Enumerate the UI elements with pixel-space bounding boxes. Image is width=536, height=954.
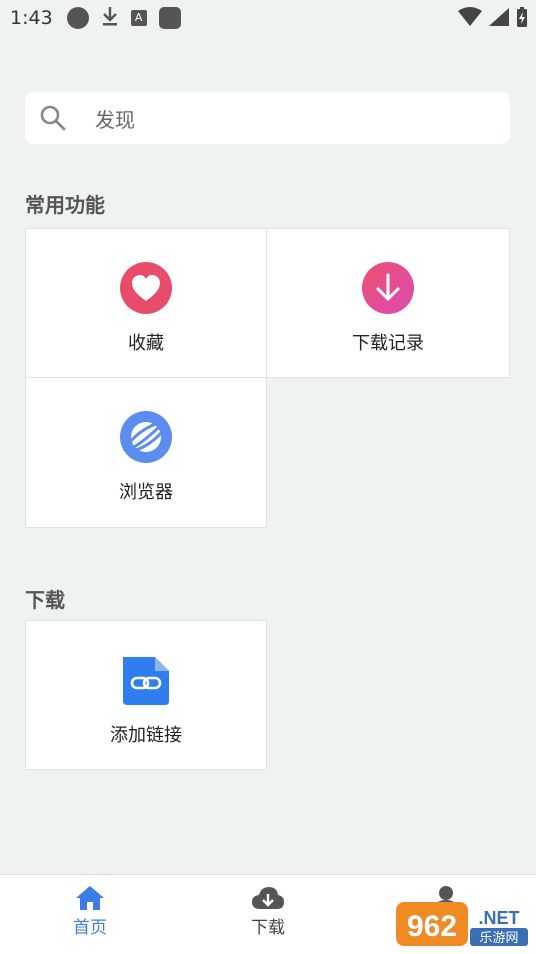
link-file-icon xyxy=(123,657,169,705)
download-arrow-icon xyxy=(362,262,414,314)
add-link-tile[interactable]: 添加链接 xyxy=(25,620,267,770)
add-link-label: 添加链接 xyxy=(110,725,182,746)
section-title-download: 下载 xyxy=(25,588,65,612)
notification-dot-icon xyxy=(66,7,89,29)
nav-home[interactable]: 首页 xyxy=(50,885,130,938)
browser-tile[interactable]: 浏览器 xyxy=(25,377,267,528)
download-history-label: 下载记录 xyxy=(352,333,424,354)
search-icon xyxy=(40,105,66,131)
watermark-number: 962 xyxy=(407,910,457,943)
nav-download-label: 下载 xyxy=(251,918,285,938)
planet-icon xyxy=(120,411,172,463)
favorites-label: 收藏 xyxy=(128,333,164,354)
home-icon xyxy=(76,886,104,910)
status-bar: 1:43 A xyxy=(0,0,536,36)
search-placeholder: 发现 xyxy=(95,107,135,132)
watermark-logo: 962 .NET 乐游网 xyxy=(396,898,530,950)
browser-label: 浏览器 xyxy=(119,482,173,503)
search-input[interactable]: 发现 xyxy=(25,92,510,144)
battery-icon xyxy=(517,7,527,27)
nav-home-label: 首页 xyxy=(73,918,107,938)
section-title-common: 常用功能 xyxy=(25,193,105,217)
nav-download[interactable]: 下载 xyxy=(228,885,308,938)
favorites-tile[interactable]: 收藏 xyxy=(25,228,267,378)
download-history-tile[interactable]: 下载记录 xyxy=(266,228,510,378)
square-notification-icon xyxy=(158,7,181,29)
app-notification-icon: A xyxy=(130,10,147,26)
download-notification-icon xyxy=(101,5,119,31)
signal-icon xyxy=(489,8,509,26)
wifi-icon xyxy=(458,7,482,26)
watermark-site: 乐游网 xyxy=(479,931,518,946)
heart-icon xyxy=(120,262,172,314)
status-indicators xyxy=(458,6,528,28)
watermark-net: .NET xyxy=(478,908,519,928)
cloud-download-icon xyxy=(252,887,284,909)
status-time: 1:43 xyxy=(10,7,53,29)
